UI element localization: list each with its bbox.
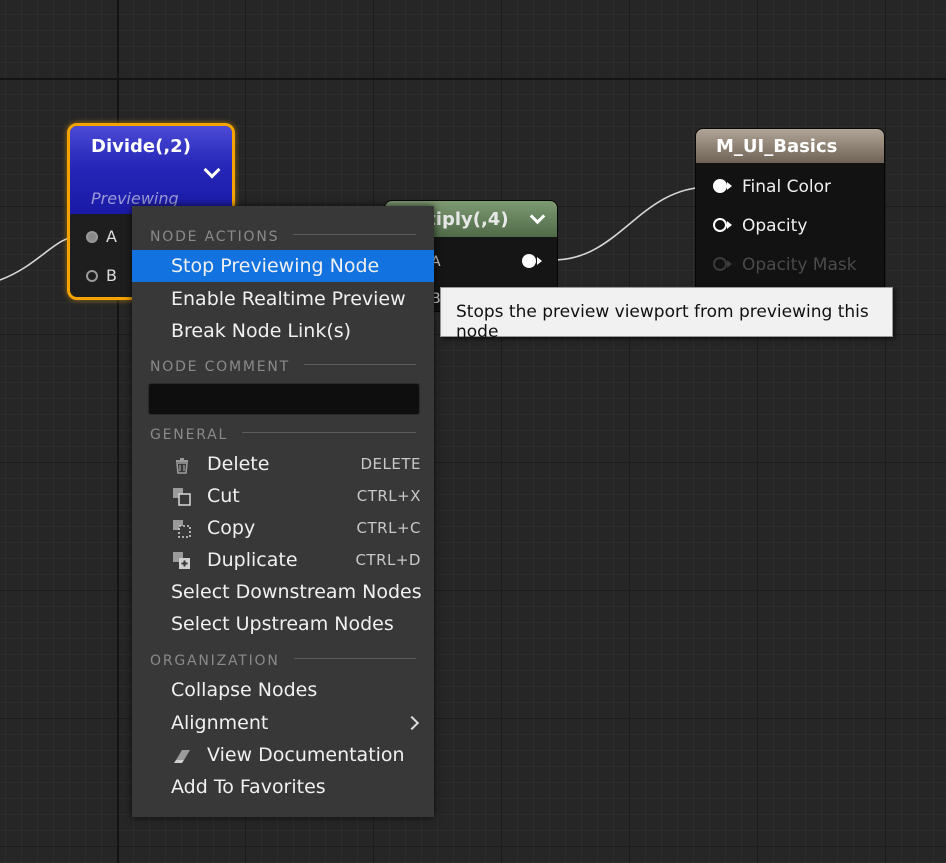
input-pin-icon[interactable] xyxy=(713,218,727,232)
input-pin-icon[interactable] xyxy=(86,270,98,282)
menu-item-delete[interactable]: Delete DELETE xyxy=(132,448,434,480)
section-node-actions: NODE ACTIONS xyxy=(150,226,416,245)
shortcut-label: CTRL+D xyxy=(355,551,421,569)
menu-item-duplicate[interactable]: Duplicate CTRL+D xyxy=(132,544,434,576)
divide-pin-b[interactable]: B xyxy=(86,266,117,285)
menu-item-enable-realtime-preview[interactable]: Enable Realtime Preview xyxy=(132,283,434,315)
menu-item-alignment[interactable]: Alignment xyxy=(132,707,434,739)
shortcut-label: CTRL+X xyxy=(356,487,421,505)
input-pin-icon[interactable] xyxy=(713,179,727,193)
section-node-comment: NODE COMMENT xyxy=(150,356,416,375)
material-node-title: M_UI_Basics xyxy=(716,136,838,157)
menu-item-add-to-favorites[interactable]: Add To Favorites xyxy=(132,771,434,803)
menu-item-cut[interactable]: Cut CTRL+X xyxy=(132,480,434,512)
input-pin-icon[interactable] xyxy=(86,231,98,243)
menu-item-break-node-links[interactable]: Break Node Link(s) xyxy=(132,315,434,347)
divide-node-title: Divide(,2) xyxy=(91,136,191,157)
cut-icon xyxy=(173,488,191,506)
pin-arrow-icon xyxy=(727,182,732,190)
pin-arrow-icon xyxy=(727,221,732,229)
output-arrow-icon xyxy=(537,257,542,265)
chevron-down-icon[interactable] xyxy=(529,208,546,225)
chevron-down-icon[interactable] xyxy=(203,161,221,179)
divide-pin-a[interactable]: A xyxy=(86,227,117,246)
duplicate-icon xyxy=(173,552,190,569)
documentation-icon xyxy=(174,750,190,763)
pin-opacity-mask[interactable]: Opacity Mask xyxy=(713,255,857,275)
menu-item-select-upstream[interactable]: Select Upstream Nodes xyxy=(132,608,434,640)
menu-item-view-documentation[interactable]: View Documentation xyxy=(132,739,434,771)
pin-arrow-icon xyxy=(727,260,732,268)
pin-opacity[interactable]: Opacity xyxy=(713,216,807,236)
material-result-node[interactable]: M_UI_Basics Final Color Opacity Opacity … xyxy=(695,128,885,300)
tooltip: Stops the preview viewport from previewi… xyxy=(440,287,893,342)
section-organization: ORGANIZATION xyxy=(150,650,416,669)
copy-icon xyxy=(173,520,191,538)
menu-item-stop-previewing[interactable]: Stop Previewing Node xyxy=(132,250,434,282)
section-general: GENERAL xyxy=(150,424,416,443)
node-comment-input[interactable] xyxy=(148,383,420,415)
chevron-right-icon xyxy=(404,715,420,731)
menu-item-select-downstream[interactable]: Select Downstream Nodes xyxy=(132,576,434,608)
divide-node-header[interactable]: Divide(,2) Previewing xyxy=(70,126,232,214)
trash-icon xyxy=(176,458,188,474)
material-node-header[interactable]: M_UI_Basics xyxy=(696,129,884,163)
output-pin-icon[interactable] xyxy=(522,254,536,268)
input-pin-icon[interactable] xyxy=(713,257,727,271)
menu-item-copy[interactable]: Copy CTRL+C xyxy=(132,512,434,544)
pin-final-color[interactable]: Final Color xyxy=(713,177,831,197)
shortcut-label: DELETE xyxy=(360,455,421,473)
shortcut-label: CTRL+C xyxy=(356,519,421,537)
node-context-menu[interactable]: NODE ACTIONS Stop Previewing Node Enable… xyxy=(132,206,434,817)
menu-item-collapse-nodes[interactable]: Collapse Nodes xyxy=(132,674,434,706)
multiply-node-title: ltiply(,4) xyxy=(421,209,509,230)
